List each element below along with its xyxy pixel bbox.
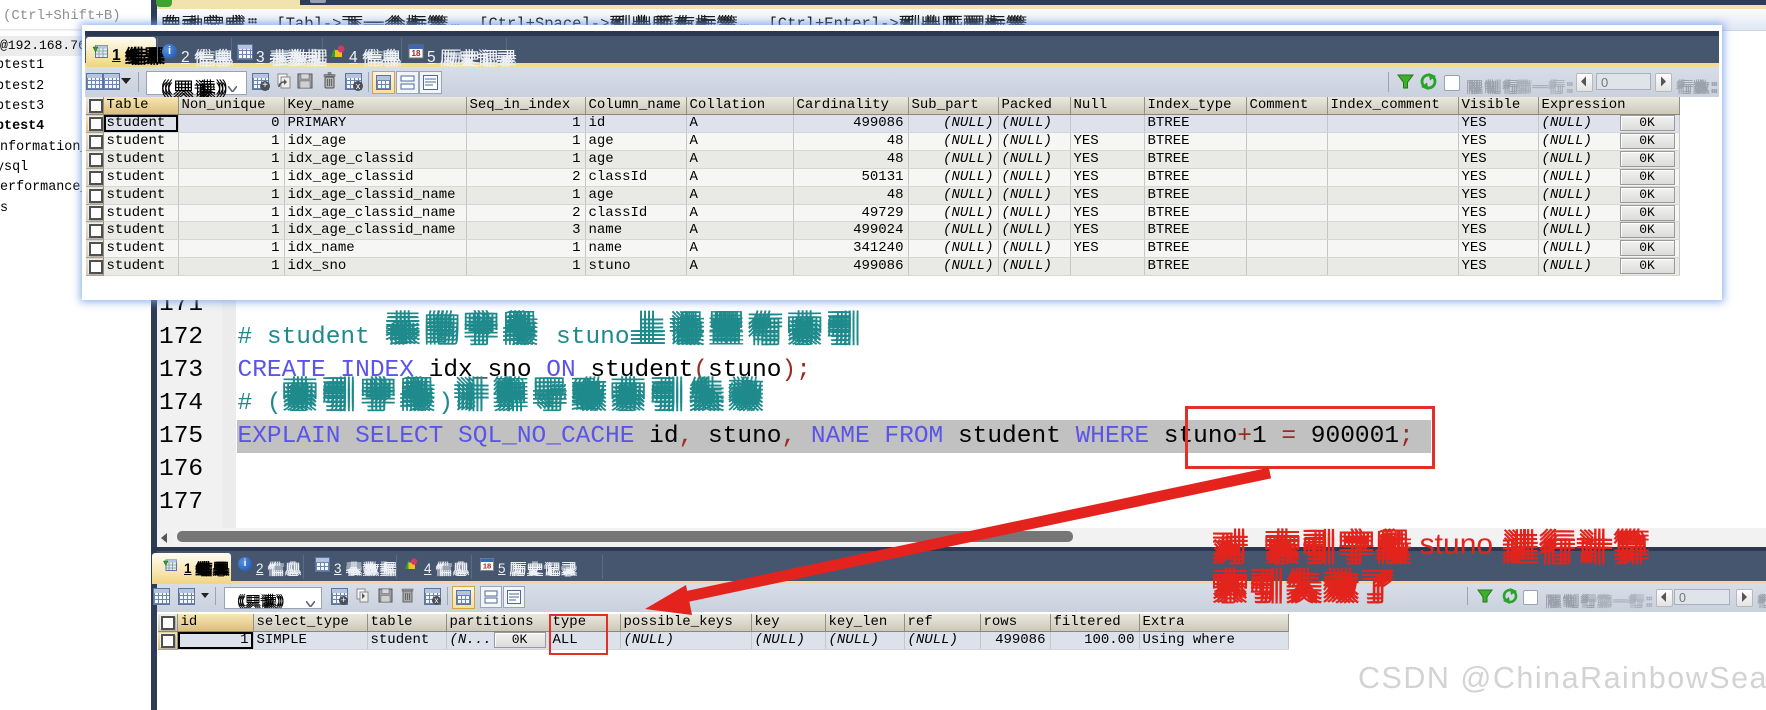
svg-text:18: 18 bbox=[412, 49, 421, 58]
svg-text:18: 18 bbox=[483, 562, 491, 571]
